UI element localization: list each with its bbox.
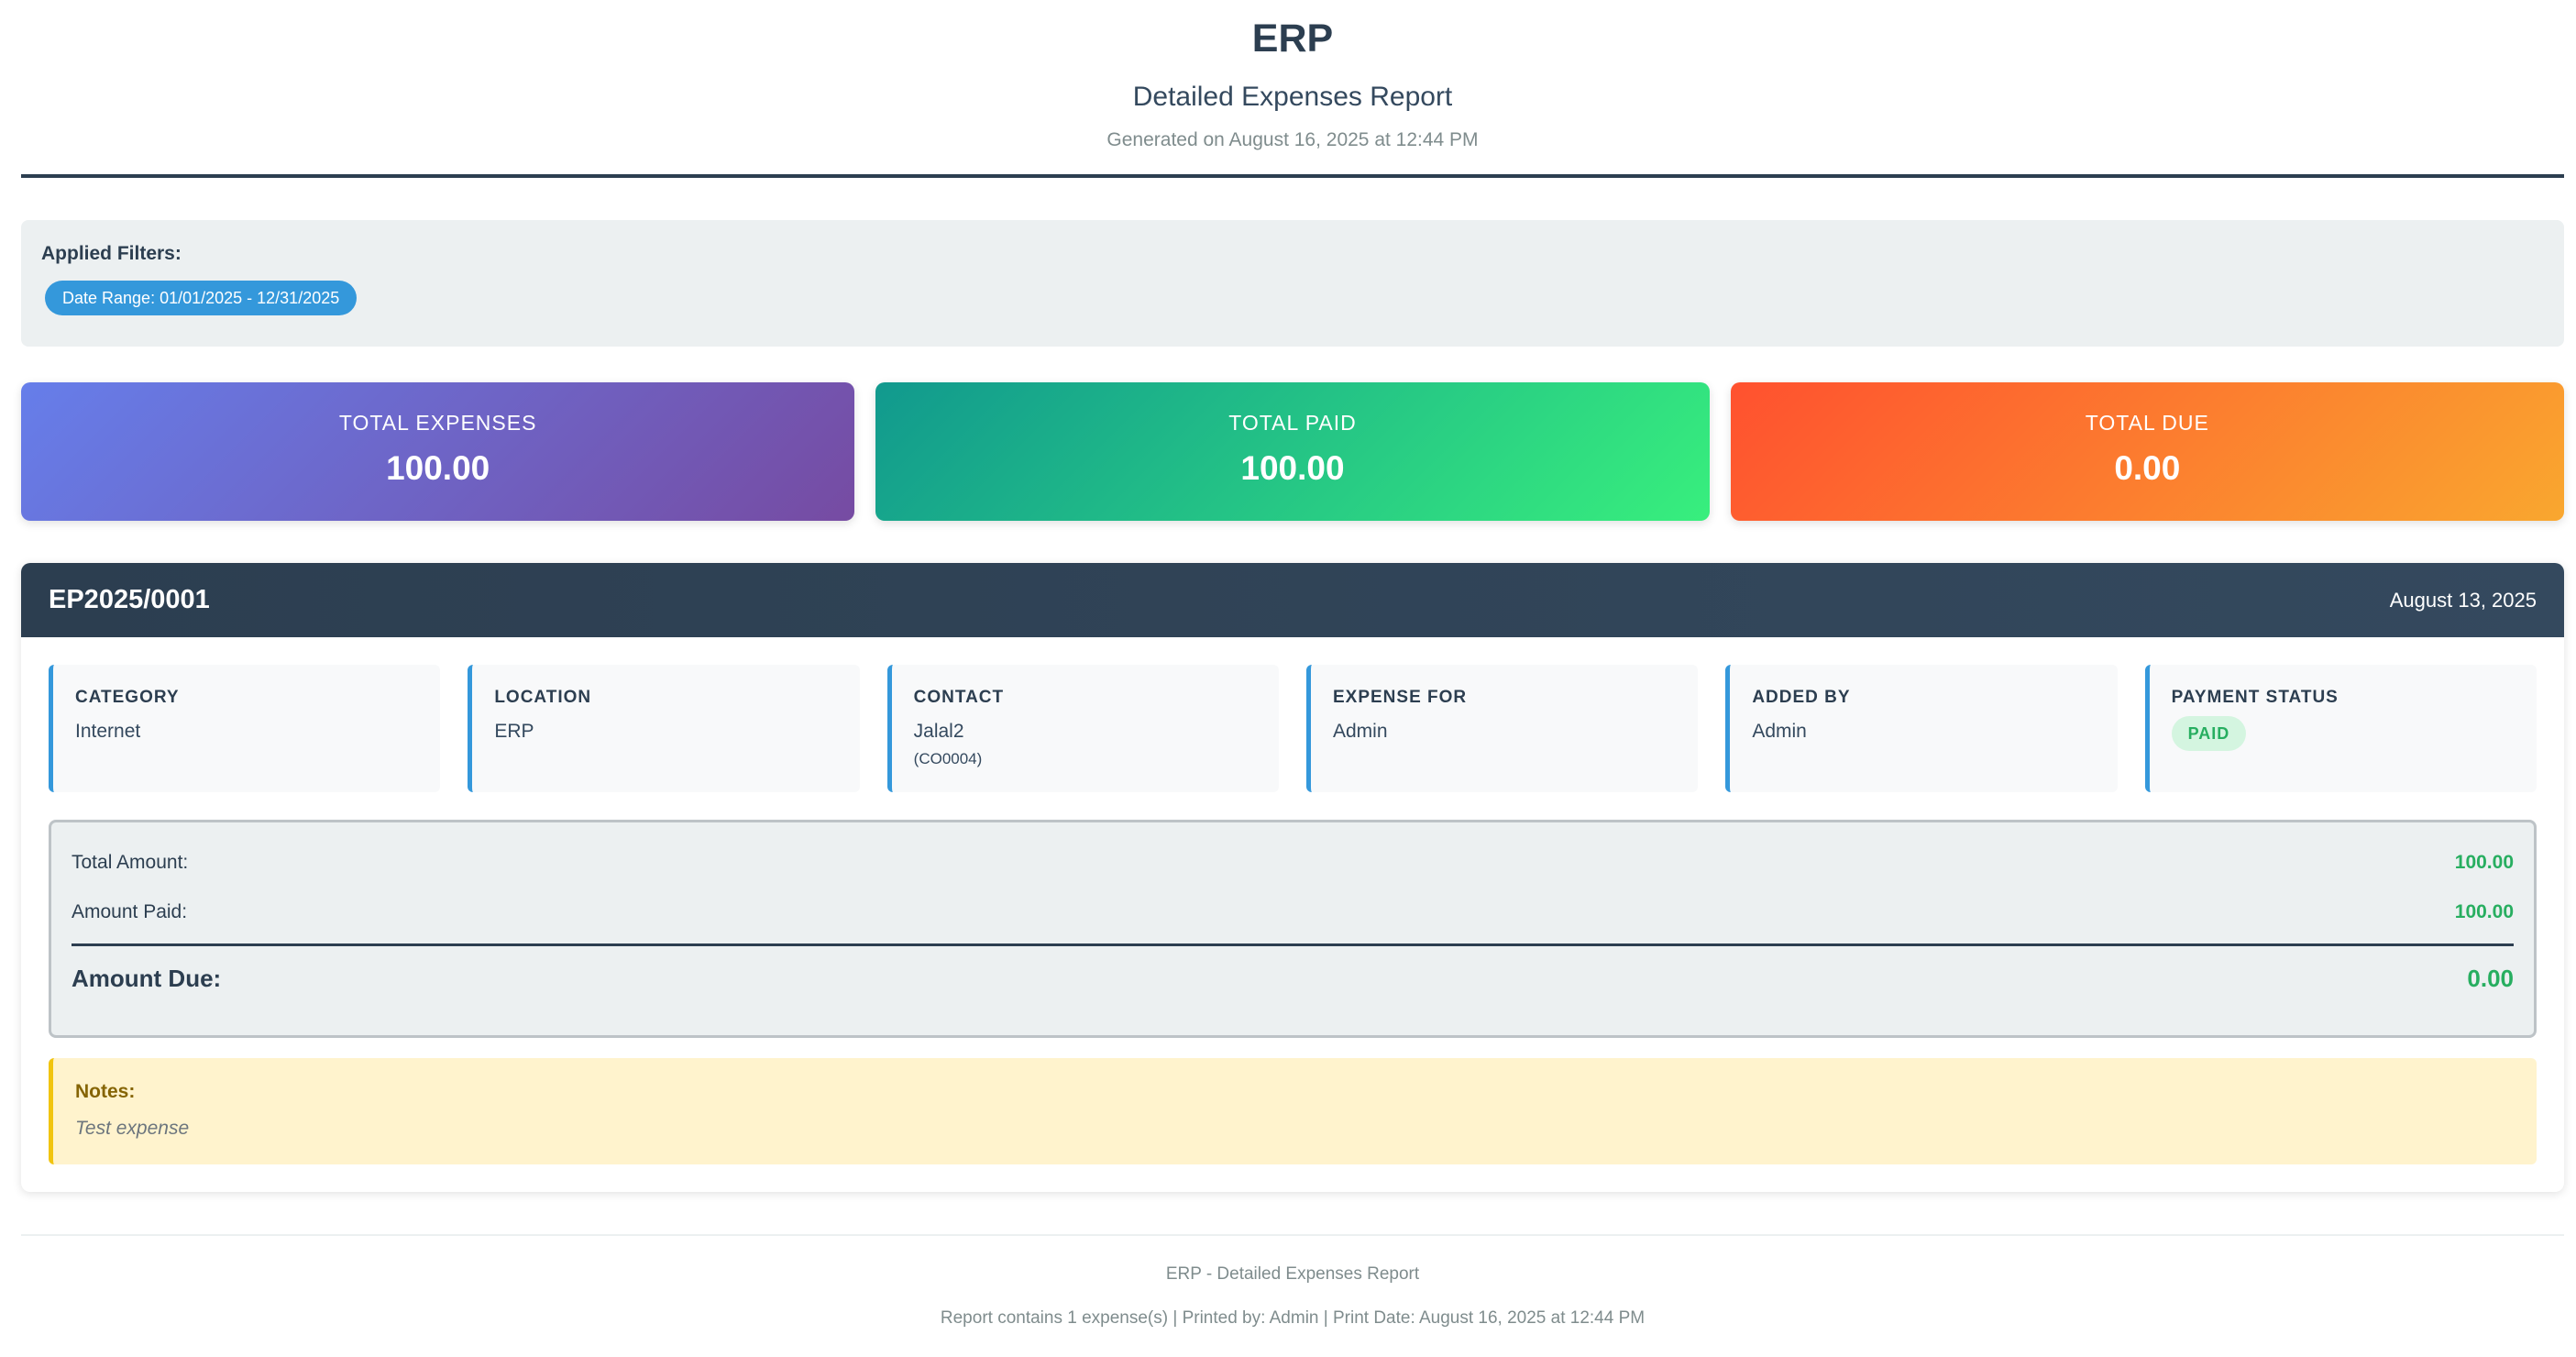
report-footer: ERP - Detailed Expenses Report Report co… (21, 1234, 2564, 1329)
field-label: EXPENSE FOR (1332, 688, 1468, 707)
total-paid-value: 100.00 (1240, 449, 1345, 487)
location-field: LOCATION ERP (468, 665, 860, 792)
date-range-filter-chip: Date Range: 01/01/2025 - 12/31/2025 (45, 281, 358, 315)
generated-timestamp: Generated on August 16, 2025 at 12:44 PM (1106, 129, 1479, 150)
contact-code: (CO0004) (913, 750, 983, 767)
expense-fields: CATEGORY Internet LOCATION ERP CONTACT J… (49, 665, 2537, 792)
total-amount-value: 100.00 (2454, 852, 2514, 873)
total-due-value: 0.00 (2114, 449, 2181, 487)
field-label: LOCATION (494, 688, 592, 707)
payment-status-badge: PAID (2171, 716, 2247, 751)
added-by-field: ADDED BY Admin (1725, 665, 2118, 792)
notes-text: Test expense (75, 1118, 190, 1139)
applied-filters-panel: Applied Filters: Date Range: 01/01/2025 … (21, 220, 2564, 347)
payment-status-field: PAYMENT STATUS PAID (2144, 665, 2537, 792)
field-label: ADDED BY (1752, 688, 1851, 707)
report-title: Detailed Expenses Report (1132, 82, 1453, 112)
total-amount-row: Total Amount: 100.00 (72, 852, 2514, 874)
field-value: Admin (1752, 721, 1807, 742)
field-value: ERP (494, 721, 534, 742)
total-paid-label: TOTAL PAID (1228, 411, 1357, 435)
expense-date: August 13, 2025 (2389, 588, 2537, 612)
field-value: Jalal2 (913, 721, 964, 742)
amount-due-label: Amount Due: (72, 965, 222, 992)
total-amount-label: Total Amount: (72, 852, 189, 873)
expense-body: CATEGORY Internet LOCATION ERP CONTACT J… (21, 637, 2564, 1192)
totals-divider (72, 943, 2514, 946)
amount-due-value: 0.00 (2467, 965, 2514, 992)
notes-label: Notes: (75, 1081, 136, 1102)
expense-record: EP2025/0001 August 13, 2025 CATEGORY Int… (21, 563, 2564, 1192)
expense-header: EP2025/0001 August 13, 2025 (21, 563, 2564, 637)
field-label: PAYMENT STATUS (2171, 688, 2339, 707)
field-value: Internet (75, 721, 141, 742)
footer-title: ERP - Detailed Expenses Report (1165, 1264, 1420, 1284)
app-name: ERP (1251, 17, 1334, 61)
expense-for-field: EXPENSE FOR Admin (1305, 665, 1699, 792)
summary-cards: TOTAL EXPENSES 100.00 TOTAL PAID 100.00 … (21, 382, 2564, 521)
report-header: ERP Detailed Expenses Report Generated o… (21, 0, 2564, 152)
amount-totals: Total Amount: 100.00 Amount Paid: 100.00… (49, 820, 2537, 1038)
notes-box: Notes: Test expense (49, 1058, 2537, 1164)
amount-due-row: Amount Due: 0.00 (72, 965, 2514, 993)
total-expenses-label: TOTAL EXPENSES (338, 411, 537, 435)
field-value: Admin (1332, 721, 1388, 742)
expense-reference: EP2025/0001 (49, 585, 210, 614)
total-expenses-value: 100.00 (386, 449, 490, 487)
field-label: CATEGORY (75, 688, 180, 707)
total-paid-card: TOTAL PAID 100.00 (875, 382, 1710, 521)
amount-paid-value: 100.00 (2454, 901, 2514, 922)
header-divider (21, 174, 2564, 178)
total-due-card: TOTAL DUE 0.00 (1730, 382, 2564, 521)
amount-paid-row: Amount Paid: 100.00 (72, 901, 2514, 923)
amount-paid-label: Amount Paid: (72, 901, 188, 922)
filters-label: Applied Filters: (41, 243, 182, 264)
total-expenses-card: TOTAL EXPENSES 100.00 (21, 382, 855, 521)
footer-details: Report contains 1 expense(s) | Printed b… (940, 1308, 1646, 1328)
field-label: CONTACT (913, 688, 1005, 707)
total-due-label: TOTAL DUE (2085, 411, 2209, 435)
category-field: CATEGORY Internet (49, 665, 441, 792)
report-page: ERP Detailed Expenses Report Generated o… (21, 0, 2564, 1329)
contact-field: CONTACT Jalal2 (CO0004) (886, 665, 1279, 792)
